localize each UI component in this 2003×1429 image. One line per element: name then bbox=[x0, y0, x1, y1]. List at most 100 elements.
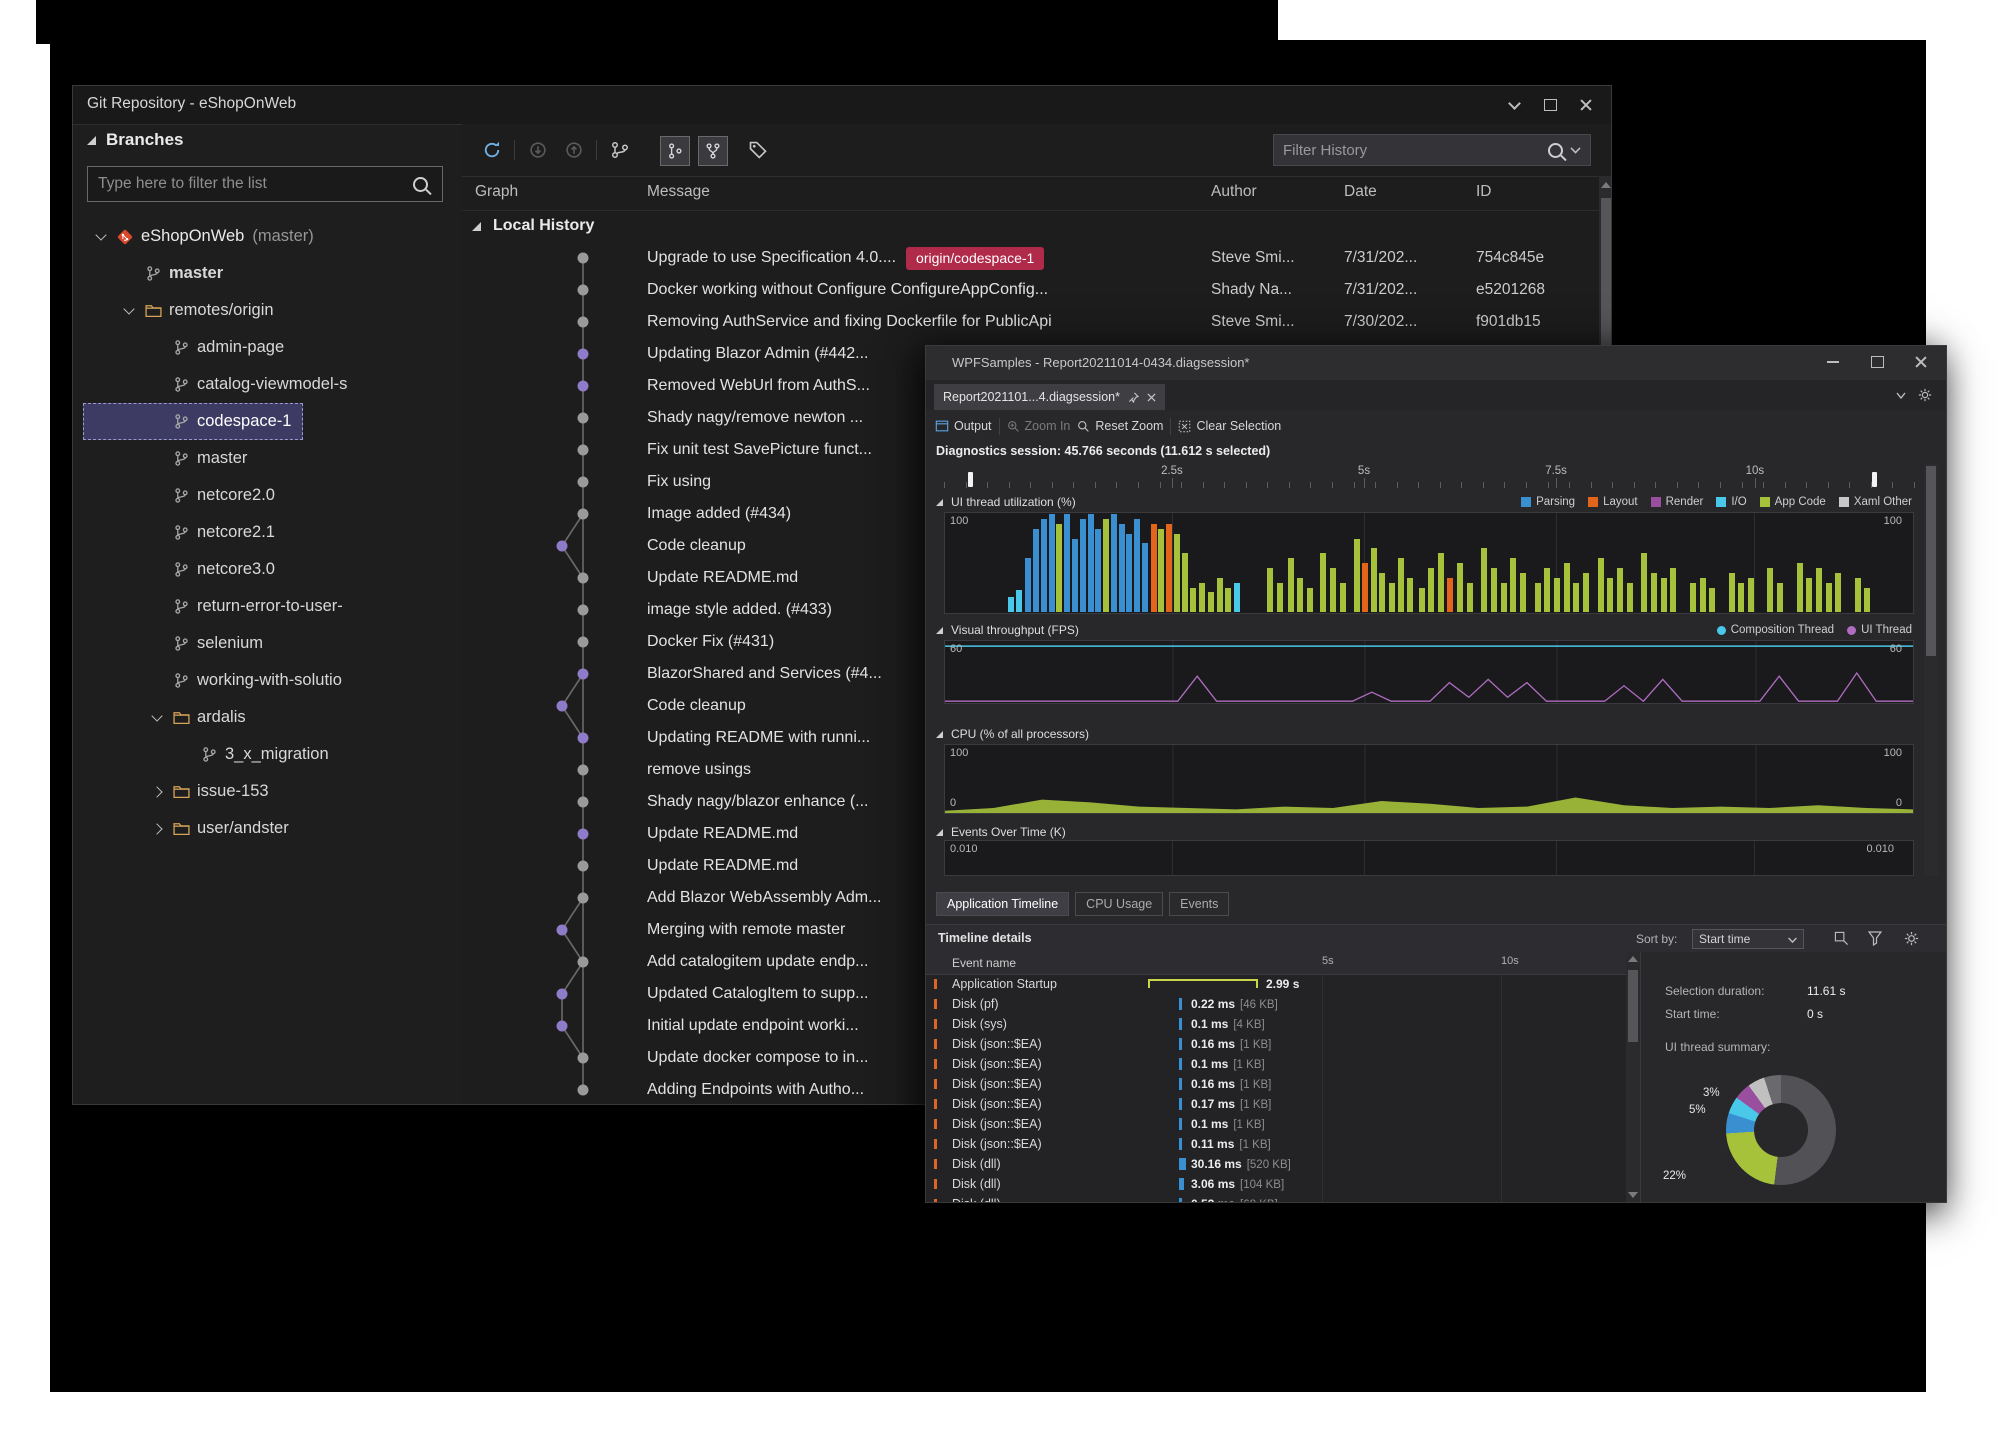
git-window-titlebar[interactable]: Git Repository - eShopOnWeb bbox=[73, 86, 1611, 125]
sidebar-item-user-andster[interactable]: user/andster bbox=[83, 810, 301, 847]
tags-button[interactable] bbox=[744, 136, 772, 164]
event-row[interactable]: Disk (json::$EA) 0.1 ms [1 KB] bbox=[926, 1114, 1626, 1134]
show-first-parent-toggle[interactable] bbox=[660, 136, 690, 166]
sidebar-item-issue-153[interactable]: issue-153 bbox=[83, 773, 281, 810]
search-icon[interactable] bbox=[1548, 142, 1563, 158]
scroll-down-icon[interactable] bbox=[1628, 1192, 1638, 1198]
sidebar-item-netcore3-0[interactable]: netcore3.0 bbox=[83, 551, 287, 588]
event-row[interactable]: Disk (json::$EA) 0.1 ms [1 KB] bbox=[926, 1054, 1626, 1074]
event-row[interactable]: Disk (dll) 3.06 ms [104 KB] bbox=[926, 1174, 1626, 1194]
selection-handle-left[interactable] bbox=[968, 472, 973, 487]
event-row[interactable]: Disk (json::$EA) 0.17 ms [1 KB] bbox=[926, 1094, 1626, 1114]
charts-scrollbar-thumb[interactable] bbox=[1926, 466, 1936, 656]
column-header-author[interactable]: Author bbox=[1211, 183, 1257, 201]
event-row[interactable]: Disk (pf) 0.22 ms [46 KB] bbox=[926, 994, 1626, 1014]
tree-expander[interactable] bbox=[117, 302, 141, 315]
column-header-id[interactable]: ID bbox=[1476, 183, 1492, 201]
chevron-down-icon[interactable] bbox=[1570, 143, 1581, 154]
gear-icon[interactable] bbox=[1918, 388, 1932, 402]
search-icon[interactable] bbox=[413, 177, 428, 192]
branch-graph-button[interactable] bbox=[606, 136, 634, 164]
ui-thread-utilization-plot[interactable] bbox=[944, 512, 1914, 614]
ui-thread-chart-header[interactable]: UI thread utilization (%) bbox=[936, 494, 1076, 510]
sidebar-item-catalog-viewmodel-s[interactable]: catalog-viewmodel-s bbox=[83, 366, 359, 403]
clear-selection-button[interactable]: Clear Selection bbox=[1178, 419, 1281, 433]
gear-icon[interactable] bbox=[1904, 931, 1919, 946]
sidebar-item-ardalis[interactable]: ardalis bbox=[83, 699, 258, 736]
zoom-to-selection-icon[interactable] bbox=[1834, 931, 1849, 946]
branch-badge[interactable]: origin/codespace-1 bbox=[906, 246, 1045, 270]
tree-expander[interactable] bbox=[145, 785, 169, 798]
sidebar-item-selenium[interactable]: selenium bbox=[83, 625, 275, 662]
local-history-section-header[interactable]: Local History bbox=[462, 210, 1611, 242]
git-window-close-button[interactable] bbox=[1573, 93, 1599, 117]
column-header-graph[interactable]: Graph bbox=[475, 183, 518, 201]
profiler-maximize-button[interactable] bbox=[1864, 350, 1890, 374]
history-filter-input[interactable] bbox=[1274, 140, 1548, 160]
profiler-minimize-button[interactable] bbox=[1820, 350, 1846, 374]
sidebar-item-eshoponweb[interactable]: eShopOnWeb (master) bbox=[83, 218, 326, 255]
event-row[interactable]: Disk (json::$EA) 0.11 ms [1 KB] bbox=[926, 1134, 1626, 1154]
sidebar-item-netcore2-1[interactable]: netcore2.1 bbox=[83, 514, 287, 551]
sidebar-item-master[interactable]: master bbox=[83, 255, 235, 292]
scroll-up-icon[interactable] bbox=[1601, 182, 1611, 188]
push-button-disabled[interactable] bbox=[560, 136, 588, 164]
sidebar-item-netcore2-0[interactable]: netcore2.0 bbox=[83, 477, 287, 514]
sidebar-item-master[interactable]: master bbox=[83, 440, 259, 477]
tab-events[interactable]: Events bbox=[1169, 892, 1230, 916]
sidebar-item-return-error-to-user-[interactable]: return-error-to-user- bbox=[83, 588, 355, 625]
output-button[interactable]: Output bbox=[935, 419, 992, 433]
selection-handle-right[interactable] bbox=[1872, 472, 1877, 487]
close-tab-icon[interactable] bbox=[1147, 392, 1156, 402]
event-row[interactable]: Disk (json::$EA) 0.16 ms [1 KB] bbox=[926, 1034, 1626, 1054]
refresh-button[interactable] bbox=[478, 136, 506, 164]
event-row[interactable]: Disk (dll) 30.16 ms [520 KB] bbox=[926, 1154, 1626, 1174]
sidebar-item-working-with-solutio[interactable]: working-with-solutio bbox=[83, 662, 354, 699]
tab-cpu-usage[interactable]: CPU Usage bbox=[1075, 892, 1164, 916]
details-scrollbar-thumb[interactable] bbox=[1628, 970, 1638, 1042]
event-row[interactable]: Disk (dll) 0.52 ms[68 KB] bbox=[926, 1194, 1626, 1202]
profiler-titlebar[interactable]: WPFSamples - Report20211014-0434.diagses… bbox=[926, 346, 1946, 380]
event-name-header[interactable]: Event name bbox=[952, 956, 1016, 970]
branches-section-header[interactable]: Branches bbox=[87, 130, 183, 150]
tree-expander[interactable] bbox=[89, 228, 113, 241]
events-chart-header[interactable]: Events Over Time (K) bbox=[936, 824, 1066, 840]
timeline-ruler[interactable]: 2.5s 5s 7.5s 10s bbox=[944, 464, 1915, 488]
column-header-date[interactable]: Date bbox=[1344, 183, 1377, 201]
fps-chart-header[interactable]: Visual throughput (FPS) bbox=[936, 622, 1079, 638]
column-header-message[interactable]: Message bbox=[647, 183, 710, 201]
event-row[interactable]: Application Startup 2.99 s bbox=[926, 974, 1626, 994]
tab-list-chevron-icon[interactable] bbox=[1896, 392, 1906, 400]
commit-row[interactable]: Docker working without Configure Configu… bbox=[462, 274, 1611, 306]
fps-plot[interactable] bbox=[944, 640, 1914, 704]
pin-icon[interactable] bbox=[1128, 392, 1139, 403]
reset-zoom-button[interactable]: Reset Zoom bbox=[1077, 419, 1163, 433]
zoom-in-button-disabled[interactable]: Zoom In bbox=[1007, 419, 1070, 433]
tree-expander[interactable] bbox=[145, 822, 169, 835]
tab-application-timeline[interactable]: Application Timeline bbox=[936, 892, 1070, 916]
details-scrollbar[interactable] bbox=[1626, 952, 1640, 1202]
history-scrollbar-thumb[interactable] bbox=[1601, 198, 1611, 348]
profiler-close-button[interactable] bbox=[1908, 350, 1934, 374]
scroll-up-icon[interactable] bbox=[1628, 956, 1638, 962]
commit-row[interactable]: Removing AuthService and fixing Dockerfi… bbox=[462, 306, 1611, 338]
commit-row[interactable]: Upgrade to use Specification 4.0.... orig… bbox=[462, 242, 1611, 274]
filter-icon[interactable] bbox=[1868, 931, 1884, 946]
branch-filter-input[interactable] bbox=[96, 169, 408, 199]
event-row[interactable]: Disk (json::$EA) 0.16 ms [1 KB] bbox=[926, 1074, 1626, 1094]
events-plot[interactable] bbox=[944, 840, 1914, 876]
sidebar-item-codespace-1[interactable]: codespace-1 bbox=[83, 403, 304, 440]
sidebar-item-admin-page[interactable]: admin-page bbox=[83, 329, 296, 366]
charts-scrollbar[interactable] bbox=[1924, 464, 1938, 876]
git-window-menu-button[interactable] bbox=[1501, 93, 1527, 117]
git-window-maximize-button[interactable] bbox=[1537, 93, 1563, 117]
sort-by-select[interactable]: Start time bbox=[1692, 929, 1804, 949]
cpu-plot[interactable] bbox=[944, 744, 1914, 814]
sidebar-item-3-x-migration[interactable]: 3_x_migration bbox=[83, 736, 341, 773]
sidebar-item-remotes-origin[interactable]: remotes/origin bbox=[83, 292, 286, 329]
show-remote-branches-toggle[interactable] bbox=[698, 136, 728, 166]
cpu-chart-header[interactable]: CPU (% of all processors) bbox=[936, 726, 1089, 742]
diagsession-tab[interactable]: Report2021101...4.diagsession* bbox=[934, 384, 1165, 410]
tree-expander[interactable] bbox=[145, 709, 169, 722]
event-row[interactable]: Disk (sys) 0.1 ms [4 KB] bbox=[926, 1014, 1626, 1034]
